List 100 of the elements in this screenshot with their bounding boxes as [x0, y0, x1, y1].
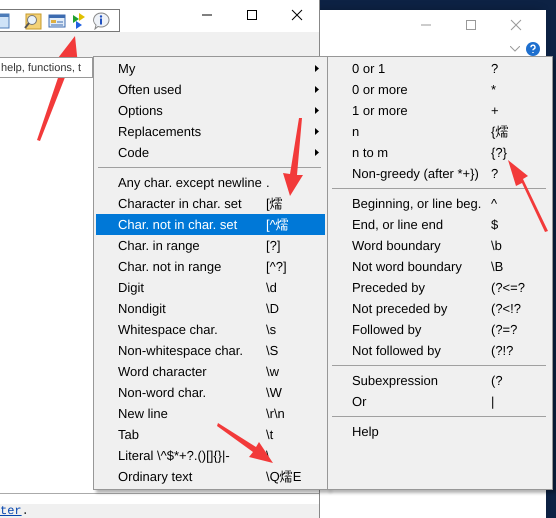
help-icon[interactable] [526, 42, 540, 56]
menu-item[interactable]: Non-whitespace char. \S [96, 340, 325, 361]
menu-item[interactable]: Nondigit \D [96, 298, 325, 319]
menu-item[interactable]: Preceded by (?<=? [330, 277, 550, 298]
shortcut-text: (?=? [491, 320, 518, 339]
status-text: . [22, 504, 29, 518]
menu-item-label: Not word boundary [352, 258, 462, 276]
submenu-arrow-icon [315, 149, 319, 156]
menu-item-label: Any char. except newline [118, 174, 262, 192]
shortcut-text: \S [266, 342, 278, 360]
shortcut-text: (?!? [491, 342, 514, 360]
menu-item[interactable]: Word boundary \b [330, 235, 550, 256]
link[interactable]: ter [0, 504, 22, 518]
menu-item-label: Followed by [352, 320, 422, 339]
chevron-down-icon[interactable] [510, 46, 520, 52]
shortcut-text: ? [491, 164, 498, 183]
info-icon[interactable] [92, 12, 110, 30]
submenu-arrow-icon [315, 128, 319, 135]
shortcut-text: \B [491, 258, 504, 276]
menu-item[interactable]: Any char. except newline . [96, 172, 325, 193]
menu-item[interactable]: Tab \t [96, 424, 325, 445]
menu-item[interactable]: n {燸 [330, 121, 550, 142]
submenu-arrow-icon [315, 65, 319, 72]
card-icon[interactable] [48, 14, 66, 28]
menu-item[interactable]: Code [96, 142, 325, 163]
search-field[interactable]: help, functions, t [0, 57, 93, 78]
menu-item[interactable]: End, or line end $ [330, 214, 550, 235]
submenu-arrow-icon [315, 86, 319, 93]
shortcut-text: \W [266, 384, 282, 402]
menu-item[interactable]: Character in char. set [燸 [96, 193, 325, 214]
menu-item-label: End, or line end [352, 216, 444, 234]
menu-item-label: Literal \^$*+?.()[]{}|- [118, 446, 230, 465]
menu-item[interactable]: Options [96, 100, 325, 121]
menu-item-label: Nondigit [118, 300, 166, 318]
shortcut-text: (? [491, 372, 503, 390]
menu-item[interactable]: Not followed by (?!? [330, 340, 550, 361]
menu-item-label: Non-greedy (after *+}) [352, 164, 479, 183]
menu-item-label: Non-word char. [118, 384, 206, 402]
menu-item-label: Often used [118, 80, 182, 99]
menu-item[interactable]: Help [330, 421, 550, 442]
menu-item-label: Word character [118, 362, 207, 381]
menu-item[interactable]: Char. not in range [^?] [96, 256, 325, 277]
menu-item-label: Or [352, 392, 366, 411]
menu-item[interactable]: Char. in range [?] [96, 235, 325, 256]
shortcut-text: [^?] [266, 258, 287, 276]
menu-item-label: Tab [118, 426, 139, 444]
shortcut-text: {?} [491, 144, 507, 162]
shortcut-text: {燸 [491, 122, 508, 141]
menu-item[interactable]: Replacements [96, 121, 325, 142]
menu-item[interactable]: My [96, 58, 325, 79]
shortcut-text: \s [266, 320, 276, 339]
menu-item[interactable]: Digit \d [96, 277, 325, 298]
menu-item[interactable]: 0 or more * [330, 79, 550, 100]
menu-item[interactable]: Non-word char. \W [96, 382, 325, 403]
shortcut-text: (?<!? [491, 300, 521, 318]
shortcut-text: \w [266, 362, 279, 381]
menu-item-label: Subexpression [352, 372, 438, 390]
menu-item-label: Not followed by [352, 342, 441, 360]
menu-item-label: Whitespace char. [118, 320, 218, 339]
shortcut-text: \d [266, 278, 277, 297]
shortcut-text: ? [491, 60, 498, 78]
menu-item-label: 1 or more [352, 102, 408, 120]
menu-item[interactable]: Not preceded by (?<!? [330, 298, 550, 319]
shortcut-text: + [491, 102, 499, 120]
shortcut-text: (?<=? [491, 278, 525, 297]
menu-item[interactable]: Whitespace char. \s [96, 319, 325, 340]
menu-item[interactable]: Word character \w [96, 361, 325, 382]
menu-item-label: Character in char. set [118, 194, 242, 213]
menu-item[interactable]: Not word boundary \B [330, 256, 550, 277]
menu-item[interactable]: 0 or 1 ? [330, 58, 550, 79]
menu-item[interactable]: Or | [330, 391, 550, 412]
menu-item[interactable]: Subexpression (? [330, 370, 550, 391]
window-icon[interactable] [0, 12, 10, 28]
menu-item[interactable]: Char. not in char. set [^燸 [96, 214, 325, 235]
menu-item[interactable]: Followed by (?=? [330, 319, 550, 340]
menu-item[interactable]: Non-greedy (after *+}) ? [330, 163, 550, 184]
menu-item[interactable]: New line \r\n [96, 403, 325, 424]
menu-item[interactable]: 1 or more + [330, 100, 550, 121]
menu-item-label: Char. not in range [118, 258, 222, 276]
play-arrows-icon[interactable] [72, 12, 86, 28]
menu-item-label: Preceded by [352, 278, 425, 297]
close-icon [510, 19, 522, 31]
menu-item-label: My [118, 60, 136, 78]
shortcut-text: \t [266, 426, 274, 444]
shortcut-text: . [266, 174, 270, 192]
shortcut-text: [燸 [266, 194, 283, 213]
shortcut-text: [^燸 [266, 216, 289, 234]
shortcut-text: \b [491, 236, 502, 255]
menu-item-label: Help [352, 422, 379, 441]
magnifier-folder-icon[interactable] [24, 12, 42, 30]
shortcut-text: * [491, 80, 496, 99]
close-icon [290, 9, 302, 21]
menu-item[interactable]: Beginning, or line beg. ^ [330, 193, 550, 214]
menu-item-label: Char. not in char. set [118, 216, 238, 234]
menu-item-label: Options [118, 102, 163, 120]
menu-item[interactable]: Ordinary text \Q燸E [96, 466, 325, 487]
menu-item[interactable]: Often used [96, 79, 325, 100]
menu-item[interactable]: n to m {?} [330, 142, 550, 163]
menu-item-label: 0 or 1 [352, 60, 386, 78]
shortcut-text: [?] [266, 236, 280, 255]
